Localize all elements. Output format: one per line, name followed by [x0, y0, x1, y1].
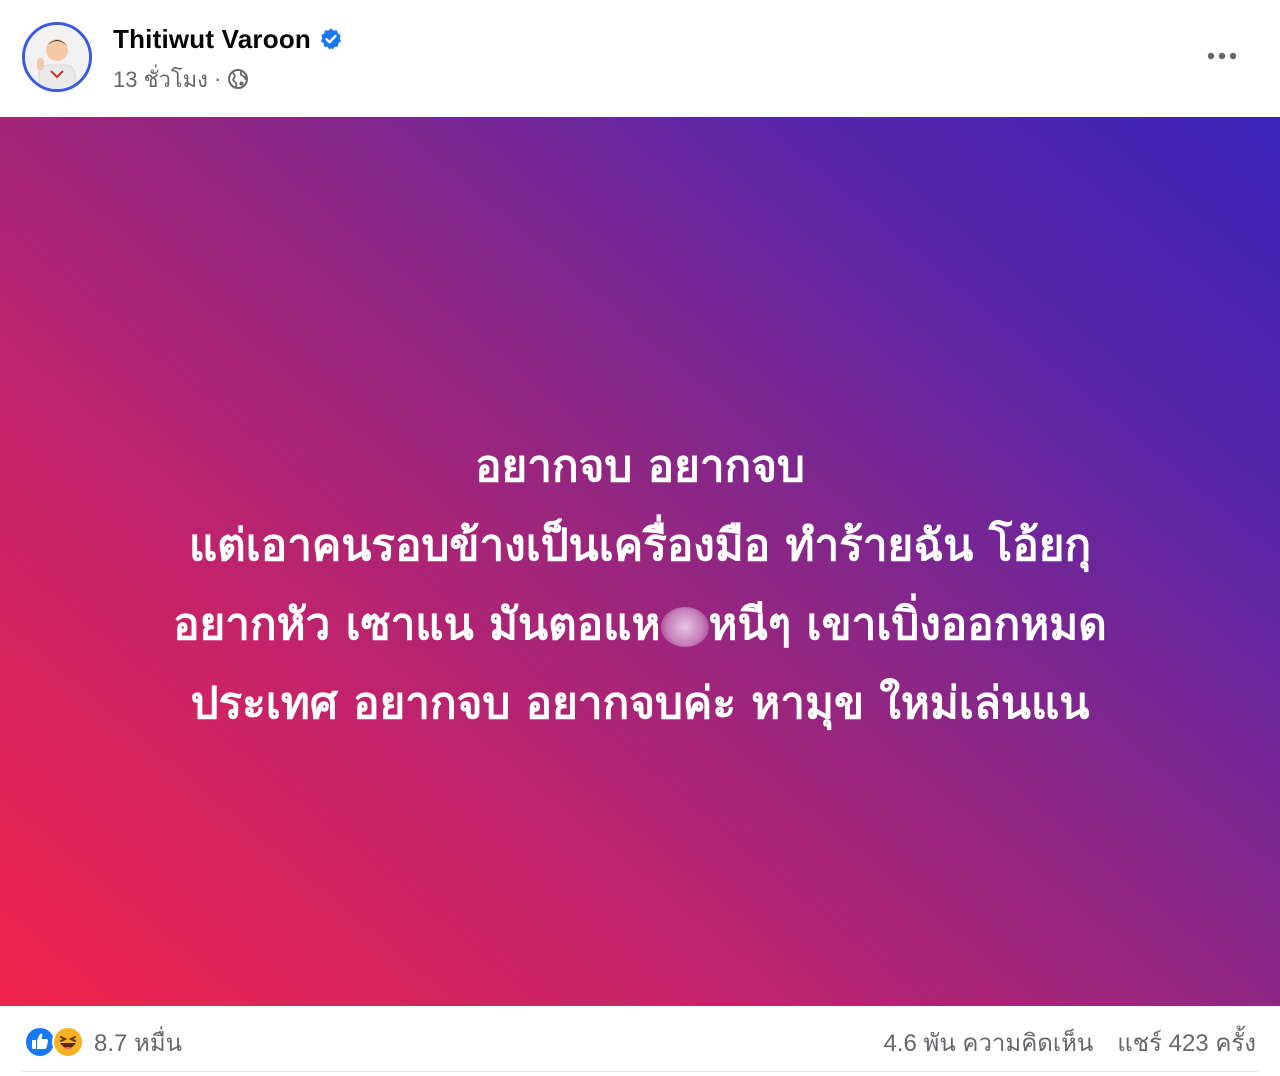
more-horizontal-icon [1207, 52, 1237, 60]
meta-separator: · [213, 66, 222, 91]
footer-divider [22, 1071, 1258, 1072]
reaction-count: 8.7 หมื่น [94, 1029, 183, 1057]
author-row: Thitiwut Varoon [113, 22, 343, 56]
more-options-button[interactable] [1204, 38, 1240, 74]
globe-icon[interactable] [227, 68, 249, 90]
post-text-segment: อยากหัว เซาแน มันตอแห [173, 599, 661, 650]
post-header: Thitiwut Varoon 13 ชั่วโมง · [0, 0, 1280, 117]
post-text-line: อยากหัว เซาแน มันตอแห หนีๆ เขาเบิ่งออกหมด [0, 585, 1280, 664]
verified-badge-icon [319, 27, 343, 51]
post-stats: 4.6 พัน ความคิดเห็น แชร์ 423 ครั้ง [883, 1024, 1256, 1060]
comment-count[interactable]: 4.6 พัน ความคิดเห็น [883, 1023, 1093, 1062]
post-text-line: ประเทศ อยากจบ อยากจบค่ะ หามุข ใหม่เล่นแน [190, 678, 1090, 729]
author-avatar[interactable] [22, 22, 92, 92]
post-text-line: แต่เอาคนรอบข้างเป็นเครื่องมือ ทำร้ายฉัน … [188, 520, 1092, 571]
avatar-photo [25, 25, 89, 89]
post-meta: 13 ชั่วโมง · [113, 64, 249, 94]
post-content-background[interactable]: อยากจบ อยากจบ แต่เอาคนรอบข้างเป็นเครื่อง… [0, 117, 1280, 1006]
post-time[interactable]: 13 ชั่วโมง [113, 62, 208, 97]
post-text: อยากจบ อยากจบ แต่เอาคนรอบข้างเป็นเครื่อง… [0, 427, 1280, 743]
reactions-summary[interactable]: 8.7 หมื่น [24, 1024, 182, 1060]
facebook-post: Thitiwut Varoon 13 ชั่วโมง · อยากจบ อยาก… [0, 0, 1280, 1076]
post-text-segment: หนีๆ เขาเบิ่งออกหมด [708, 599, 1107, 650]
share-count[interactable]: แชร์ 423 ครั้ง [1117, 1023, 1256, 1062]
post-text-line: อยากจบ อยากจบ [475, 441, 805, 492]
censor-blur [660, 607, 709, 647]
haha-icon [52, 1026, 84, 1058]
author-name[interactable]: Thitiwut Varoon [113, 24, 311, 55]
post-footer: 8.7 หมื่น 4.6 พัน ความคิดเห็น แชร์ 423 ค… [0, 1006, 1280, 1076]
